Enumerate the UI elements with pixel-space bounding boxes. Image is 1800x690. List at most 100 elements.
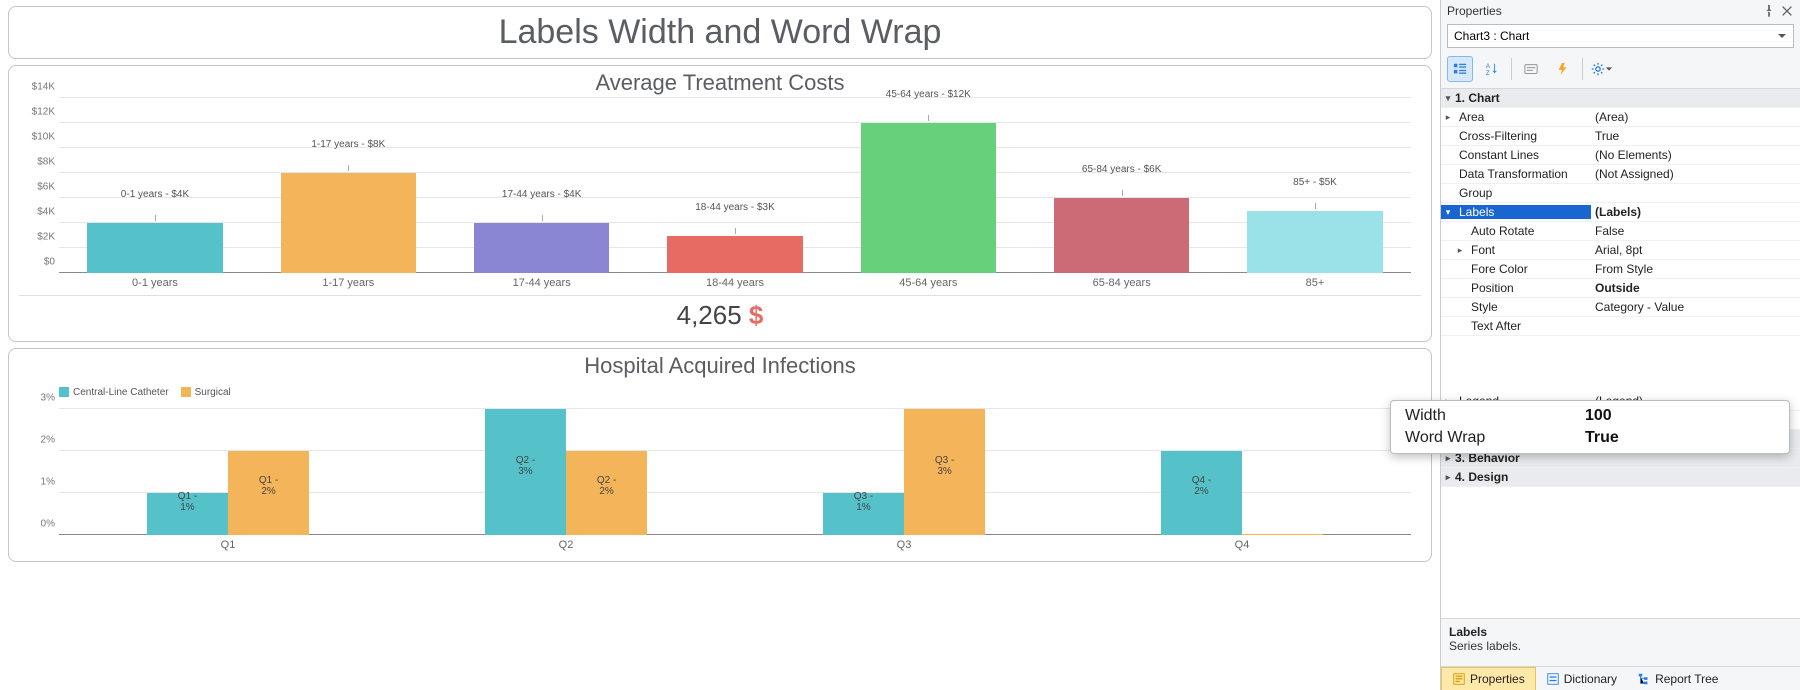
ytick: 2% (41, 434, 55, 445)
report-title: Labels Width and Word Wrap (9, 13, 1431, 52)
prop-text-after[interactable]: Text After (1441, 317, 1800, 336)
bar-label: Q2 -2% (597, 475, 616, 497)
tab-label: Dictionary (1564, 672, 1617, 686)
properties-panel: Properties Chart3 : Chart AZ ▾1. Chart ▸… (1440, 0, 1800, 690)
legend-item: Surgical (181, 387, 231, 398)
bar-label: 85+ - $5K (1293, 177, 1337, 188)
ytick: $10K (32, 132, 55, 143)
report-canvas: Labels Width and Word Wrap Average Treat… (0, 0, 1440, 690)
prop-style[interactable]: StyleCategory - Value (1441, 298, 1800, 317)
prop-fore-color[interactable]: Fore ColorFrom Style (1441, 260, 1800, 279)
object-selector[interactable]: Chart3 : Chart (1447, 24, 1794, 48)
summary-currency: $ (749, 300, 763, 330)
bar-label: Q1 -1% (178, 491, 197, 513)
summary-value: 4,265 (677, 300, 742, 330)
xtick: Q4 (1235, 539, 1250, 551)
tab-label: Report Tree (1655, 672, 1718, 686)
settings-button[interactable] (1589, 56, 1615, 82)
tab-report-tree[interactable]: Report Tree (1627, 667, 1728, 690)
prop-position[interactable]: PositionOutside (1441, 279, 1800, 298)
bar (861, 123, 996, 273)
prop-font[interactable]: ▸FontArial, 8pt (1441, 241, 1800, 260)
svg-text:A: A (1486, 63, 1491, 70)
bottom-tabs: Properties Dictionary Report Tree (1441, 666, 1800, 690)
chevron-down-icon (1777, 31, 1787, 41)
tooltip-value: 100 (1585, 407, 1612, 425)
pin-icon[interactable] (1762, 4, 1776, 18)
property-grid[interactable]: ▾1. Chart ▸Area(Area) Cross-FilteringTru… (1441, 88, 1800, 618)
ytick: $12K (32, 107, 55, 118)
chart2-yaxis: 0% 1% 2% 3% (19, 400, 59, 535)
ytick: $4K (37, 206, 55, 217)
prop-group[interactable]: Group (1441, 184, 1800, 203)
category-design[interactable]: ▸4. Design (1441, 468, 1800, 487)
bar-label: Q3 -3% (935, 455, 954, 477)
close-icon[interactable] (1780, 4, 1794, 18)
dictionary-icon (1546, 672, 1560, 686)
bar-label: 45-64 years - $12K (886, 89, 971, 100)
tooltip-value: True (1585, 429, 1619, 447)
prop-area[interactable]: ▸Area(Area) (1441, 108, 1800, 127)
legend-label: Surgical (195, 387, 231, 398)
prop-data-transformation[interactable]: Data Transformation(Not Assigned) (1441, 165, 1800, 184)
svg-text:Z: Z (1486, 70, 1490, 76)
property-description: Labels Series labels. (1441, 618, 1800, 666)
bar (87, 223, 222, 273)
xtick: 0-1 years (132, 277, 178, 289)
localize-button[interactable] (1518, 56, 1544, 82)
legend-swatch (181, 387, 191, 397)
tree-icon (1637, 672, 1651, 686)
chart-hospital-acquired-infections[interactable]: Hospital Acquired Infections Central-Lin… (8, 348, 1432, 562)
chart2-plot: 0% 1% 2% 3% Q1 -1% Q1 -2% Q2 -3% Q2 -2% … (59, 400, 1411, 535)
chart1-yaxis: $0 $2K $4K $6K $8K $10K $12K $14K (19, 98, 59, 273)
properties-toolbar: AZ (1441, 54, 1800, 88)
chart2-xaxis: Q1 Q2 Q3 Q4 (59, 535, 1411, 555)
chart2-title: Hospital Acquired Infections (19, 349, 1421, 381)
report-title-panel: Labels Width and Word Wrap (8, 6, 1432, 59)
chart2-legend: Central-Line Catheter Surgical (19, 381, 1421, 400)
bar-label: 1-17 years - $8K (311, 139, 385, 150)
object-selector-value: Chart3 : Chart (1454, 29, 1529, 43)
bar-label: 18-44 years - $3K (695, 202, 775, 213)
properties-title: Properties (1447, 4, 1502, 18)
events-button[interactable] (1550, 56, 1576, 82)
chart1-title: Average Treatment Costs (19, 66, 1421, 98)
xtick: 18-44 years (706, 277, 764, 289)
bar-label: 0-1 years - $4K (121, 189, 189, 200)
description-head: Labels (1449, 625, 1792, 639)
bar-label: Q3 -1% (854, 491, 873, 513)
description-text: Series labels. (1449, 639, 1792, 653)
tab-properties[interactable]: Properties (1441, 667, 1536, 690)
ytick: 3% (41, 392, 55, 403)
chart-average-treatment-costs[interactable]: Average Treatment Costs $0 $2K $4K $6K $… (8, 65, 1432, 342)
tooltip-key: Width (1405, 407, 1585, 425)
ytick: $6K (37, 181, 55, 192)
prop-cross-filtering[interactable]: Cross-FilteringTrue (1441, 127, 1800, 146)
xtick: Q2 (559, 539, 574, 551)
xtick: Q1 (221, 539, 236, 551)
categorized-button[interactable] (1447, 56, 1473, 82)
xtick: 1-17 years (322, 277, 374, 289)
xtick: 85+ (1306, 277, 1325, 289)
properties-header: Properties (1441, 0, 1800, 22)
bar-label: Q1 -2% (259, 475, 278, 497)
tooltip-key: Word Wrap (1405, 429, 1585, 447)
prop-labels[interactable]: ▾Labels(Labels) (1441, 203, 1800, 222)
xtick: 45-64 years (899, 277, 957, 289)
bar (667, 236, 802, 273)
ytick: $8K (37, 157, 55, 168)
ytick: 0% (41, 519, 55, 530)
chevron-down-icon (1605, 65, 1613, 73)
prop-constant-lines[interactable]: Constant Lines(No Elements) (1441, 146, 1800, 165)
chart1-xaxis: 0-1 years 1-17 years 17-44 years 18-44 y… (59, 273, 1411, 293)
bar (1054, 198, 1189, 273)
alphabetical-button[interactable]: AZ (1479, 56, 1505, 82)
prop-auto-rotate[interactable]: Auto RotateFalse (1441, 222, 1800, 241)
bar (1247, 211, 1382, 273)
ytick: 1% (41, 476, 55, 487)
legend-item: Central-Line Catheter (59, 387, 169, 398)
tab-dictionary[interactable]: Dictionary (1536, 667, 1627, 690)
chart1-summary: 4,265 $ (19, 295, 1421, 335)
ytick: $2K (37, 231, 55, 242)
category-chart[interactable]: ▾1. Chart (1441, 89, 1800, 108)
